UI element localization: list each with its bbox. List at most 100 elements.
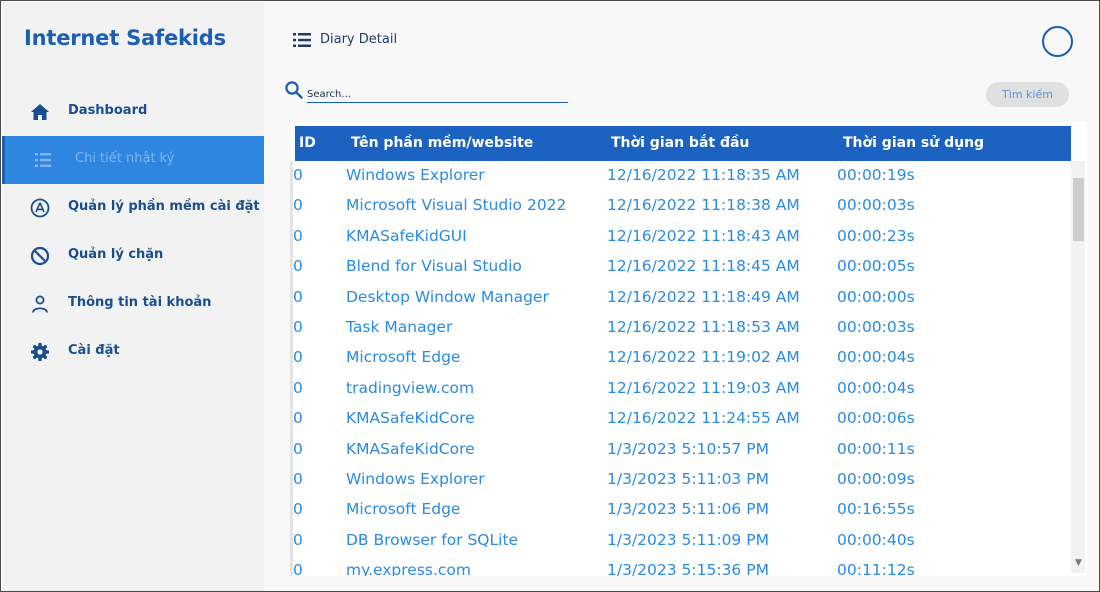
cell-start-time: 12/16/2022 11:18:45 AM	[607, 257, 800, 276]
sidebar-nav: Dashboard Chi tiết nhật ký Quản lý phần …	[2, 88, 264, 376]
cell-duration: 00:00:04s	[837, 348, 915, 367]
cell-duration: 00:16:55s	[837, 500, 915, 519]
cell-id: 0	[293, 287, 303, 306]
cell-start-time: 1/3/2023 5:11:06 PM	[607, 500, 769, 519]
cell-duration: 00:00:03s	[837, 196, 915, 215]
cell-id: 0	[293, 561, 303, 576]
table-scrollbar[interactable]: ▼	[1071, 161, 1085, 573]
app-store-icon	[30, 198, 50, 218]
cell-start-time: 12/16/2022 11:18:43 AM	[607, 226, 800, 245]
cell-start-time: 12/16/2022 11:18:49 AM	[607, 287, 800, 306]
cell-app-name: my.express.com	[346, 561, 472, 576]
cell-duration: 00:00:11s	[837, 439, 915, 458]
search-input[interactable]	[307, 84, 568, 105]
gear-icon	[31, 343, 49, 361]
cell-id: 0	[293, 196, 303, 215]
diary-table: ID Tên phần mềm/website Thời gian bắt đầ…	[290, 122, 1087, 576]
cell-id: 0	[293, 439, 303, 458]
table-row[interactable]: 0 Windows Explorer 1/3/2023 5:11:03 PM 00:0…	[290, 465, 1072, 495]
cell-app-name: Blend for Visual Studio	[346, 257, 522, 276]
table-row[interactable]: 0 Task Manager 12/16/2022 11:18:53 AM 00:00…	[290, 313, 1072, 343]
cell-start-time: 1/3/2023 5:11:09 PM	[607, 530, 769, 549]
cell-start-time: 12/16/2022 11:24:55 AM	[607, 409, 800, 428]
cell-app-name: KMASafeKidCore	[346, 409, 475, 428]
table-row[interactable]: 0 Microsoft Edge 1/3/2023 5:11:06 PM 00:16:…	[290, 495, 1072, 525]
table-row[interactable]: 0 DB Browser for SQLite 1/3/2023 5:11:09 P…	[290, 526, 1072, 556]
table-row[interactable]: 0 Windows Explorer 12/16/2022 11:18:35 AM 0…	[290, 161, 1072, 191]
table-row[interactable]: 0 Microsoft Visual Studio 2022 12/16/2022 …	[290, 191, 1072, 221]
sidebar-item-dashboard[interactable]: Dashboard	[2, 88, 264, 136]
column-header-id: ID	[299, 135, 316, 151]
main-content: Diary Detail Tìm kiếm ID Tên phần mềm/we…	[264, 2, 1099, 591]
column-header-duration: Thời gian sử dụng	[843, 135, 985, 151]
app-window: Internet Safekids Dashboard Chi tiết nhậ…	[0, 0, 1100, 592]
sidebar: Internet Safekids Dashboard Chi tiết nhậ…	[2, 2, 264, 591]
cell-start-time: 1/3/2023 5:11:03 PM	[607, 469, 769, 488]
cell-duration: 00:00:19s	[837, 166, 915, 184]
cell-app-name: Windows Explorer	[346, 166, 485, 184]
table-row[interactable]: 0 Blend for Visual Studio 12/16/2022 11:18…	[290, 252, 1072, 282]
cell-app-name: Windows Explorer	[346, 469, 485, 488]
table-header: ID Tên phần mềm/website Thời gian bắt đầ…	[295, 126, 1071, 161]
cell-app-name: KMASafeKidGUI	[346, 226, 467, 245]
sidebar-item-label: Quản lý chặn	[68, 247, 164, 262]
cell-app-name: Task Manager	[346, 317, 453, 336]
cell-start-time: 12/16/2022 11:18:35 AM	[607, 166, 800, 184]
scroll-down-arrow-icon[interactable]: ▼	[1073, 557, 1084, 569]
cell-start-time: 12/16/2022 11:18:53 AM	[607, 317, 800, 336]
sidebar-item-label: Quản lý phần mềm cài đặt	[68, 199, 260, 214]
sidebar-item-account-info[interactable]: Thông tin tài khoản	[2, 280, 264, 328]
sidebar-item-app-management[interactable]: Quản lý phần mềm cài đặt	[2, 184, 264, 232]
cell-start-time: 12/16/2022 11:19:03 AM	[607, 378, 800, 397]
cell-app-name: Desktop Window Manager	[346, 287, 549, 306]
app-title: Internet Safekids	[24, 26, 226, 50]
cell-start-time: 1/3/2023 5:15:36 PM	[607, 561, 769, 576]
table-row[interactable]: 0 Desktop Window Manager 12/16/2022 11:18:…	[290, 283, 1072, 313]
cell-app-name: tradingview.com	[346, 378, 475, 397]
list-icon	[35, 153, 51, 167]
scrollbar-thumb[interactable]	[1073, 178, 1084, 241]
cell-app-name: Microsoft Edge	[346, 348, 461, 367]
sidebar-item-label: Thông tin tài khoản	[68, 295, 212, 310]
table-row[interactable]: 0 Microsoft Edge 12/16/2022 11:19:02 AM 00:…	[290, 343, 1072, 373]
cell-id: 0	[293, 317, 303, 336]
cell-duration: 00:00:00s	[837, 287, 915, 306]
cell-id: 0	[293, 409, 303, 428]
cell-duration: 00:00:23s	[837, 226, 915, 245]
list-icon	[293, 33, 311, 47]
table-row[interactable]: 0 KMASafeKidCore 1/3/2023 5:10:57 PM 00:00:…	[290, 435, 1072, 465]
sidebar-item-label: Cài đặt	[68, 343, 120, 358]
home-icon	[31, 104, 49, 120]
cell-id: 0	[293, 257, 303, 276]
sidebar-item-diary-detail[interactable]: Chi tiết nhật ký	[2, 136, 264, 184]
cell-duration: 00:00:06s	[837, 409, 915, 428]
cell-app-name: Microsoft Visual Studio 2022	[346, 196, 567, 215]
search-button[interactable]: Tìm kiếm	[986, 82, 1069, 107]
cell-id: 0	[293, 226, 303, 245]
search-field	[307, 82, 568, 105]
table-row[interactable]: 0 KMASafeKidGUI 12/16/2022 11:18:43 AM 00:0…	[290, 222, 1072, 252]
column-header-app-name: Tên phần mềm/website	[351, 135, 534, 151]
cell-id: 0	[293, 469, 303, 488]
sidebar-item-label: Chi tiết nhật ký	[75, 151, 175, 166]
cell-duration: 00:11:12s	[837, 561, 915, 576]
user-icon	[32, 295, 48, 313]
cell-duration: 00:00:04s	[837, 378, 915, 397]
cell-duration: 00:00:05s	[837, 257, 915, 276]
cell-id: 0	[293, 348, 303, 367]
cell-app-name: KMASafeKidCore	[346, 439, 475, 458]
cell-duration: 00:00:09s	[837, 469, 915, 488]
column-header-start-time: Thời gian bắt đầu	[611, 135, 750, 151]
cell-duration: 00:00:03s	[837, 317, 915, 336]
table-row[interactable]: 0 tradingview.com 12/16/2022 11:19:03 AM 00…	[290, 374, 1072, 404]
table-body: 0 Windows Explorer 12/16/2022 11:18:35 AM 0…	[290, 161, 1072, 576]
sidebar-item-settings[interactable]: Cài đặt	[2, 328, 264, 376]
table-row[interactable]: 0 my.express.com 1/3/2023 5:15:36 PM 00:11:…	[290, 556, 1072, 576]
sidebar-item-label: Dashboard	[68, 103, 148, 118]
cell-app-name: DB Browser for SQLite	[346, 530, 519, 549]
cell-start-time: 12/16/2022 11:19:02 AM	[607, 348, 800, 367]
sidebar-item-block-management[interactable]: Quản lý chặn	[2, 232, 264, 280]
profile-circle-icon[interactable]	[1042, 26, 1073, 57]
table-row[interactable]: 0 KMASafeKidCore 12/16/2022 11:24:55 AM 00:…	[290, 404, 1072, 434]
cell-id: 0	[293, 166, 303, 184]
